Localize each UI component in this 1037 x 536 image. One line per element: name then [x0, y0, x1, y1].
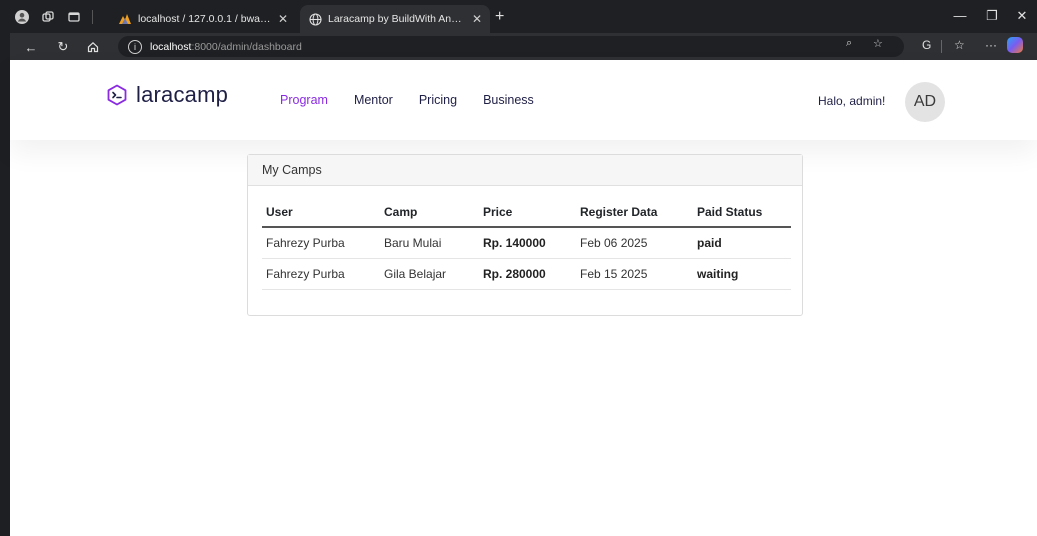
cell-status: waiting	[693, 258, 791, 290]
cell-date: Feb 06 2025	[576, 227, 693, 259]
restore-icon[interactable]: ❐	[982, 8, 1002, 24]
tab-separator	[92, 10, 93, 24]
copilot-icon[interactable]	[1007, 37, 1023, 53]
profile-icon[interactable]	[14, 9, 30, 25]
favorites-icon[interactable]: ☆	[954, 38, 965, 52]
title-bar: localhost / 127.0.0.1 / bwa_laraca ✕ Lar…	[10, 0, 1037, 33]
tab-title: Laracamp by BuildWith Angga	[328, 13, 466, 25]
main-nav: Program Mentor Pricing Business	[280, 93, 560, 107]
url-host: localhost	[150, 40, 192, 53]
more-icon[interactable]: ···	[985, 38, 997, 52]
globe-icon	[308, 12, 322, 26]
site-navbar: laracamp Program Mentor Pricing Business…	[10, 60, 1037, 140]
tab-phpmyadmin[interactable]: localhost / 127.0.0.1 / bwa_laraca ✕	[110, 5, 296, 33]
table-row: Fahrezy Purba Gila Belajar Rp. 280000 Fe…	[262, 258, 791, 290]
url-bar[interactable]: i localhost:8000/admin/dashboard	[118, 36, 904, 57]
nav-pricing[interactable]: Pricing	[419, 93, 457, 107]
table-header-row: User Camp Price Register Data Paid Statu…	[262, 197, 791, 228]
cell-user: Fahrezy Purba	[262, 258, 380, 290]
new-tab-button[interactable]: +	[495, 9, 504, 25]
site-info-icon[interactable]: i	[128, 39, 142, 54]
brand-name: laracamp	[136, 82, 229, 107]
laracamp-logo-icon	[107, 84, 127, 106]
column-header-user: User	[262, 197, 380, 228]
column-header-register-data: Register Data	[576, 197, 693, 228]
tab-laracamp[interactable]: Laracamp by BuildWith Angga ✕	[300, 5, 490, 33]
cell-camp: Gila Belajar	[380, 258, 479, 290]
card-title: My Camps	[248, 155, 802, 186]
tab-title: localhost / 127.0.0.1 / bwa_laraca	[138, 13, 272, 25]
tab-actions-icon[interactable]	[66, 9, 82, 25]
window-edge	[0, 0, 10, 536]
brand-logo[interactable]: laracamp	[106, 82, 228, 108]
close-window-icon[interactable]: ✕	[1012, 8, 1032, 24]
avatar[interactable]: AD	[905, 82, 945, 122]
search-icon[interactable]: ⌕	[846, 37, 852, 50]
column-header-price: Price	[479, 197, 576, 228]
refresh-icon[interactable]: ↻	[54, 38, 72, 56]
cell-date: Feb 15 2025	[576, 258, 693, 290]
nav-mentor[interactable]: Mentor	[354, 93, 393, 107]
page: laracamp Program Mentor Pricing Business…	[10, 60, 1037, 536]
camps-table: User Camp Price Register Data Paid Statu…	[262, 197, 791, 290]
phpmyadmin-icon	[118, 12, 132, 26]
url-path: :8000/admin/dashboard	[191, 40, 302, 53]
cell-status: paid	[693, 227, 791, 259]
extension-icon[interactable]: G	[922, 38, 931, 52]
workspaces-icon[interactable]	[40, 9, 56, 25]
close-icon[interactable]: ✕	[472, 12, 482, 26]
nav-business[interactable]: Business	[483, 93, 534, 107]
cell-price: Rp. 280000	[479, 258, 576, 290]
column-header-paid-status: Paid Status	[693, 197, 791, 228]
address-bar-row: ← ↻ i localhost:8000/admin/dashboard ⌕ ☆…	[10, 33, 1037, 60]
cell-user: Fahrezy Purba	[262, 227, 380, 259]
star-icon[interactable]: ☆	[873, 37, 883, 50]
user-greeting: Halo, admin!	[818, 94, 886, 108]
nav-program[interactable]: Program	[280, 93, 328, 107]
toolbar-separator	[941, 40, 942, 53]
minimize-icon[interactable]: —	[950, 8, 970, 23]
cell-price: Rp. 140000	[479, 227, 576, 259]
cell-camp: Baru Mulai	[380, 227, 479, 259]
column-header-camp: Camp	[380, 197, 479, 228]
back-icon[interactable]: ←	[22, 38, 40, 56]
my-camps-card: My Camps User Camp Price Register Data P…	[247, 154, 803, 316]
home-icon[interactable]	[84, 38, 102, 56]
table-row: Fahrezy Purba Baru Mulai Rp. 140000 Feb …	[262, 227, 791, 259]
close-icon[interactable]: ✕	[278, 12, 288, 26]
browser-window: localhost / 127.0.0.1 / bwa_laraca ✕ Lar…	[0, 0, 1037, 536]
